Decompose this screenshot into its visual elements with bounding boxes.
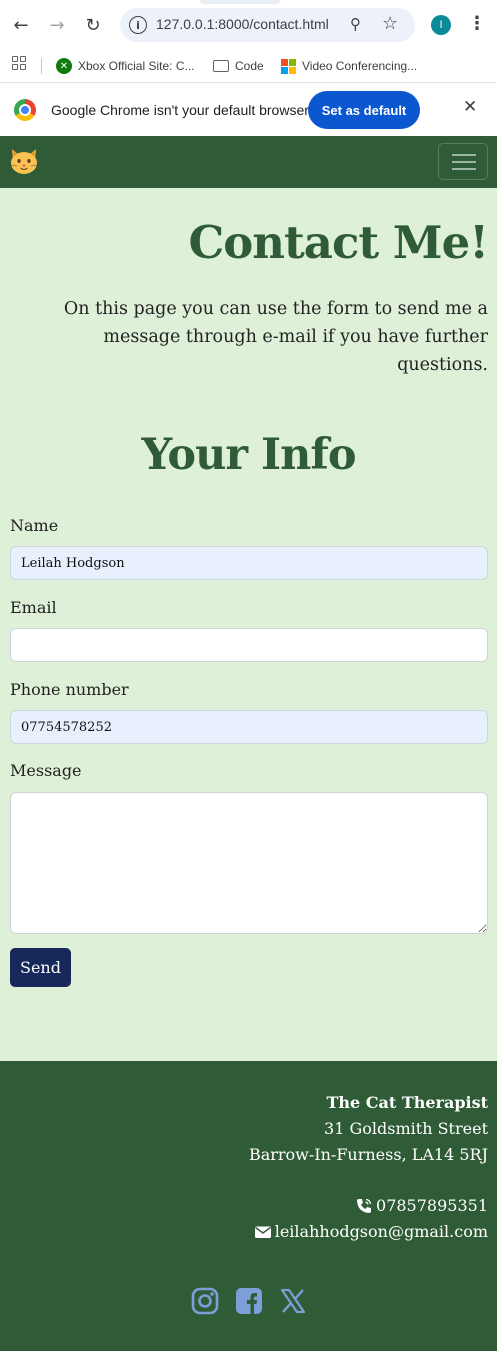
navbar-toggle-button[interactable] [438,143,488,180]
instagram-icon[interactable] [191,1287,219,1315]
bookmark-xbox[interactable]: ✕ Xbox Official Site: C... [56,56,195,76]
set-as-default-button[interactable]: Set as default [308,91,420,129]
footer-phone-number[interactable]: 07857895351 [376,1196,488,1215]
zoom-icon[interactable]: ⚲ [350,15,361,33]
form-heading: Your Info [141,430,356,480]
bookmarks-separator [41,58,42,74]
phone-volume-icon [357,1198,372,1213]
browser-toolbar: ← → ↻ i 127.0.0.1:8000/contact.html ⚲ ☆ … [0,0,497,50]
profile-avatar[interactable]: I [431,15,451,35]
message-label: Message [10,761,82,780]
message-field[interactable] [10,792,488,934]
send-button[interactable]: Send [10,948,71,987]
address-bar[interactable]: i 127.0.0.1:8000/contact.html ⚲ ☆ [120,8,415,42]
name-label: Name [10,516,59,535]
bookmark-label: Video Conferencing... [302,59,418,73]
bookmark-video-conferencing[interactable]: Video Conferencing... [281,56,417,76]
chrome-logo-icon [14,99,36,121]
footer-email-address[interactable]: leilahhodgson@gmail.com [275,1222,488,1241]
xbox-icon: ✕ [56,58,72,74]
infobar-message: Google Chrome isn't your default browser [51,102,309,118]
default-browser-infobar: Google Chrome isn't your default browser… [0,82,497,136]
email-label: Email [10,598,57,617]
bookmarks-bar: ✕ Xbox Official Site: C... Code Video Co… [0,50,497,82]
site-navbar [0,136,497,188]
envelope-icon [254,1226,271,1238]
folder-icon [213,60,229,72]
bookmark-star-icon[interactable]: ☆ [382,13,398,34]
forward-arrow-icon[interactable]: → [44,12,70,38]
x-twitter-icon[interactable] [279,1287,307,1315]
name-field[interactable] [10,546,488,580]
site-footer: The Cat Therapist 31 Goldsmith Street Ba… [0,1061,497,1351]
bookmark-label: Code [235,59,264,73]
email-field[interactable] [10,628,488,662]
footer-email: leilahhodgson@gmail.com [254,1222,488,1241]
address-line-1: 31 Goldsmith Street [324,1119,488,1138]
reload-icon[interactable]: ↻ [80,12,106,38]
bookmark-code[interactable]: Code [213,56,264,76]
phone-label: Phone number [10,680,129,699]
apps-grid-icon[interactable] [12,56,26,70]
social-links [0,1287,497,1315]
chrome-menu-icon[interactable]: ⋮ [468,13,486,34]
page-intro: On this page you can use the form to sen… [63,299,488,375]
close-icon[interactable]: ✕ [463,97,477,117]
cat-face-icon[interactable] [9,147,39,175]
back-arrow-icon[interactable]: ← [8,12,34,38]
page-title: Contact Me! [188,216,489,269]
bookmark-label: Xbox Official Site: C... [78,59,195,73]
address-bar-url[interactable]: 127.0.0.1:8000/contact.html [156,16,329,32]
business-name: The Cat Therapist [326,1093,488,1112]
address-line-2: Barrow-In-Furness, LA14 5RJ [248,1145,488,1164]
tab-strip-edge [200,0,280,4]
footer-phone: 07857895351 [355,1196,488,1215]
site-info-icon[interactable]: i [129,16,147,34]
facebook-icon[interactable] [235,1287,263,1315]
phone-field[interactable] [10,710,488,744]
microsoft-icon [281,58,296,74]
